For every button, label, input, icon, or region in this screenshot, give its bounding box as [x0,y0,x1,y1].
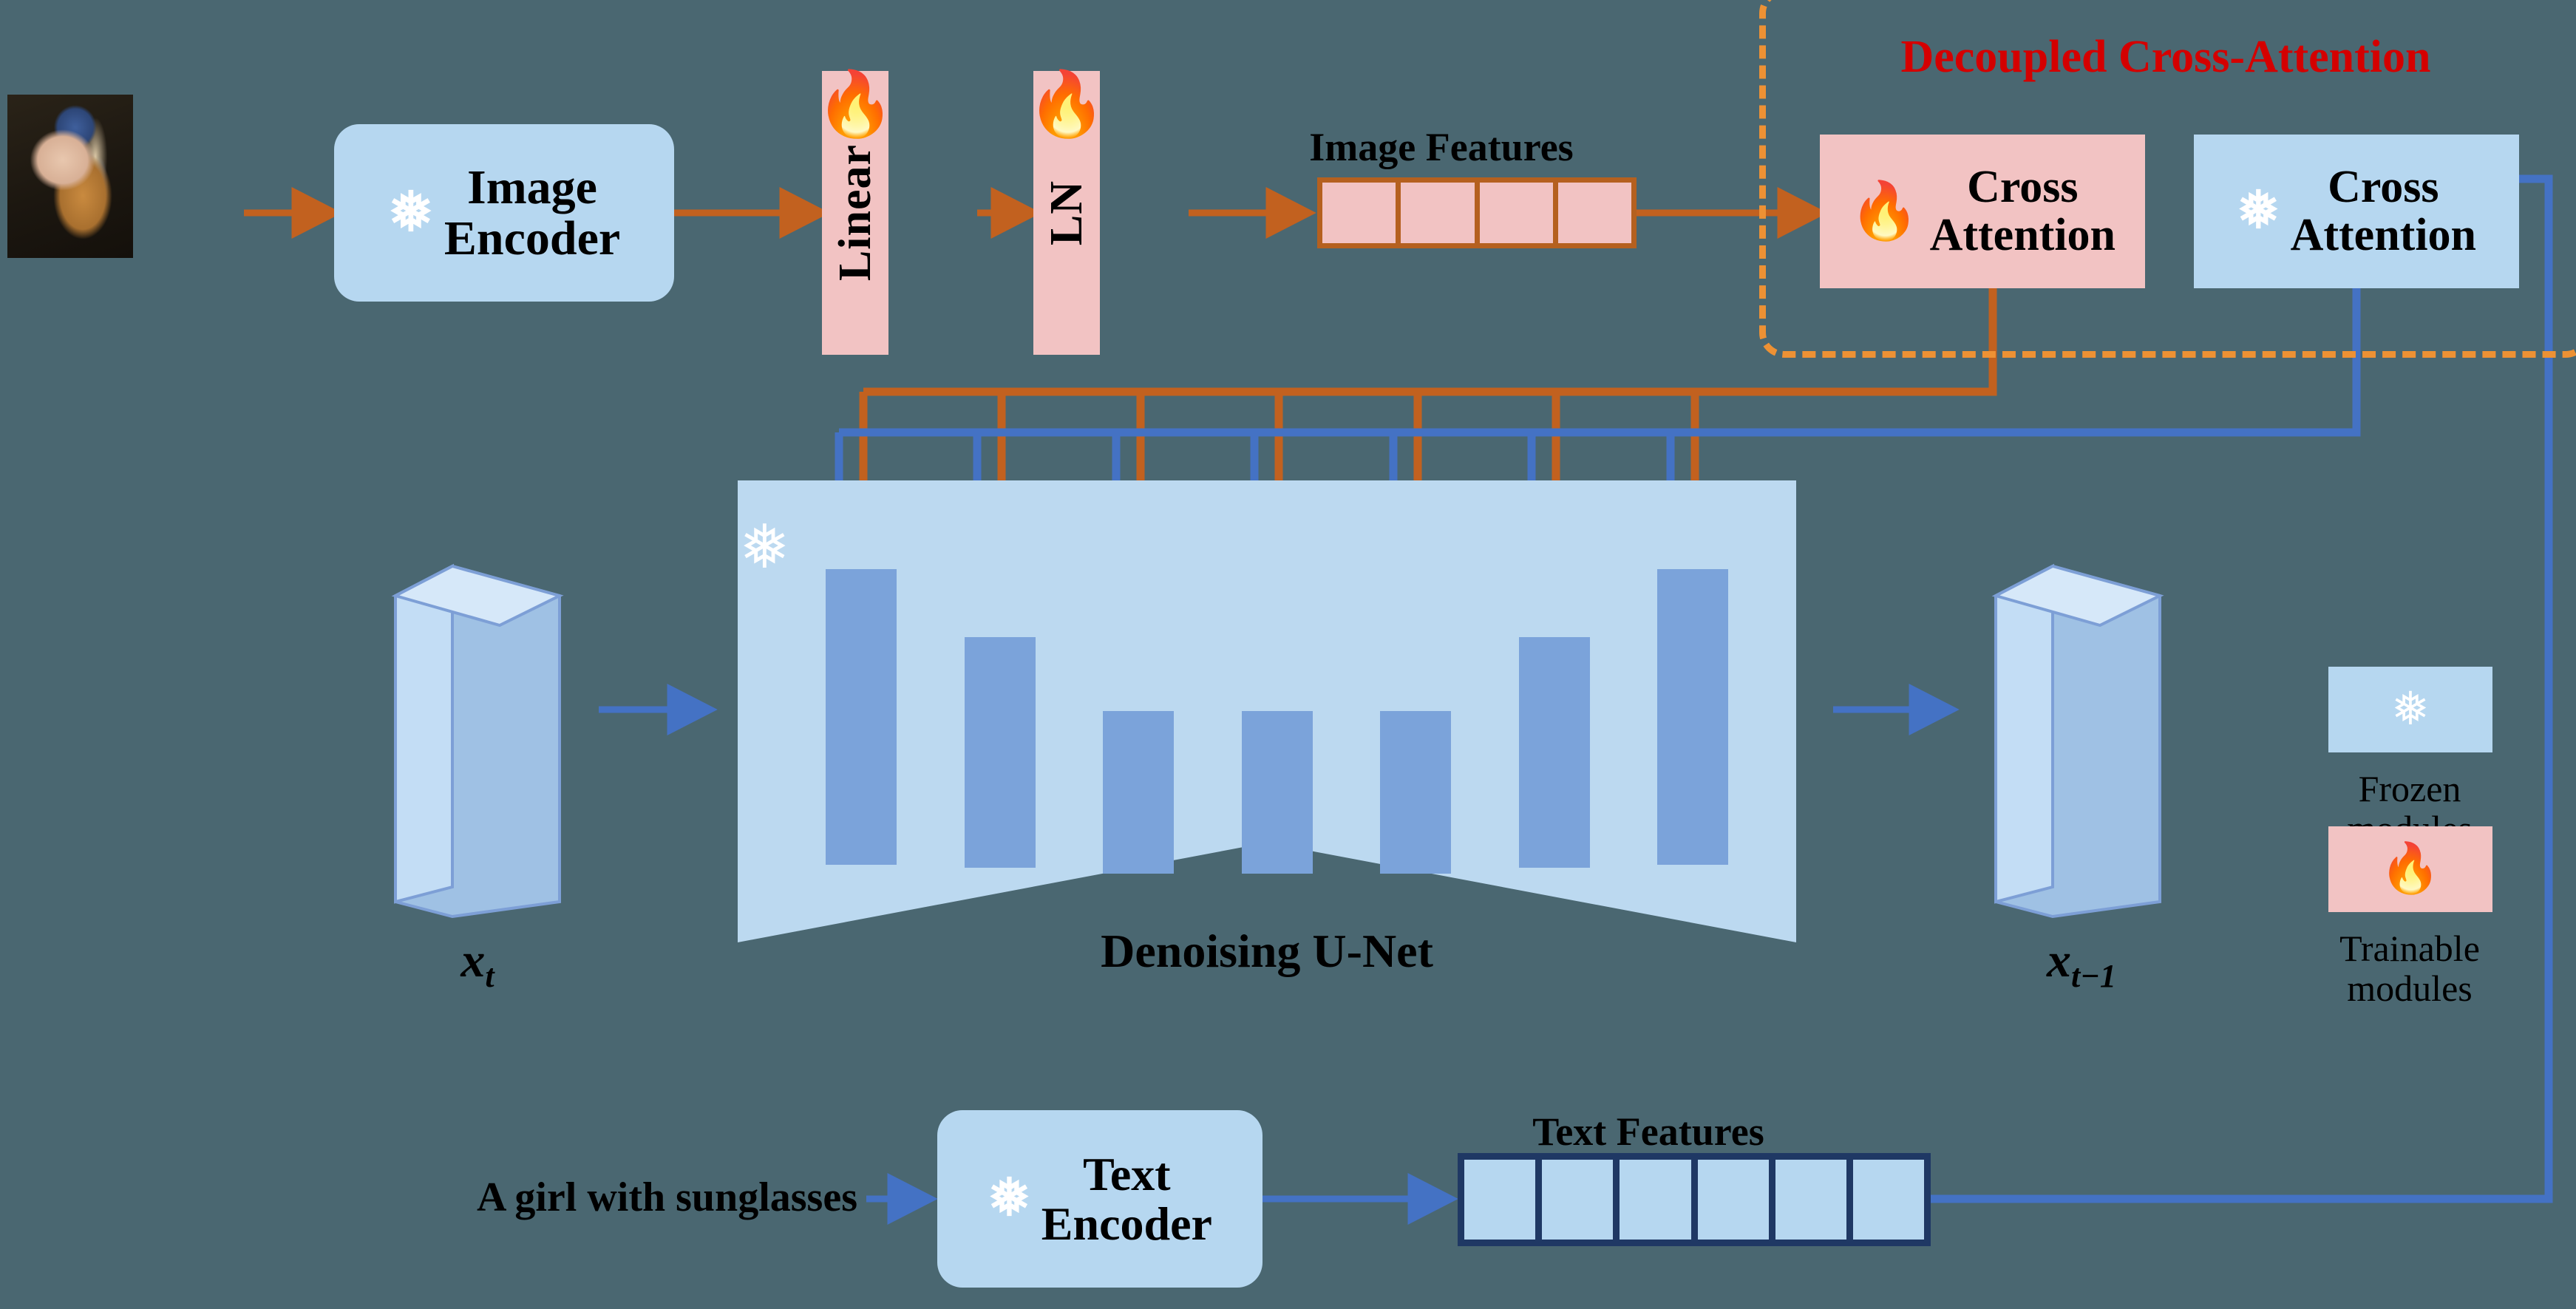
cross-attention-trainable-block[interactable]: 🔥 Cross Attention [1820,135,2145,288]
text-encoder-label-line1: Text [1083,1147,1171,1200]
image-token [1401,183,1480,243]
unet-title: Denoising U-Net [1101,925,1433,977]
image-encoder-label-line1: Image [467,160,597,214]
unet-frozen-icon-wrap: ❅ [739,517,810,588]
fire-icon: 🔥 [815,69,895,140]
text-encoder-block[interactable]: ❅ Text Encoder [937,1110,1262,1288]
snowflake-icon: ❅ [387,183,434,243]
decoupled-cross-attention-title: Decoupled Cross-Attention [1900,32,2431,82]
fire-icon: 🔥 [2379,842,2441,896]
ln-label: LN [1041,180,1092,246]
text-encoder-label-line2: Encoder [1041,1197,1212,1250]
text-token [1775,1160,1853,1240]
snowflake-icon: ❅ [2236,183,2280,239]
image-features-tokens [1317,177,1637,248]
latent-xt-sub: t [485,958,495,995]
latent-xt-base: x [461,934,486,987]
ln-block[interactable]: 🔥 LN [1027,71,1107,355]
image-encoder-block[interactable]: ❅ Image Encoder [334,124,674,302]
fire-icon: 🔥 [1849,180,1920,242]
linear-block[interactable]: 🔥 Linear [815,71,895,355]
input-image-thumbnail [7,95,133,258]
cross-attention-frozen-block[interactable]: ❅ Cross Attention [2194,135,2519,288]
image-encoder-label-line2: Encoder [444,211,621,265]
image-token [1480,183,1558,243]
text-token [1698,1160,1775,1240]
cross-attention-frozen-line2: Attention [2290,210,2477,260]
image-token [1558,183,1631,243]
latent-xtm1-sub: t−1 [2071,958,2116,995]
snowflake-icon: ❅ [739,514,790,581]
text-features-tokens [1458,1153,1931,1246]
text-token [1464,1160,1543,1240]
fire-icon: 🔥 [1027,69,1107,140]
latent-xtm1-label: xt−1 [1978,933,2185,995]
legend-frozen-swatch: ❅ [2328,667,2492,752]
text-features-caption: Text Features [1532,1109,1764,1154]
latent-xtm1-base: x [2047,934,2072,987]
legend-trainable-line1: Trainable [2339,928,2480,969]
legend-trainable-label: Trainable modules [2284,928,2535,1008]
cross-attention-trainable-line2: Attention [1929,210,2116,260]
diagram-canvas: ❅ Image Encoder 🔥 Linear 🔥 LN Image Feat… [0,0,2576,1309]
cross-attention-trainable-line1: Cross [1967,161,2079,212]
unet-attention-blocks [826,569,1728,874]
image-token [1322,183,1401,243]
unet-body [738,480,1796,942]
linear-label: Linear [829,144,880,282]
latent-xt-slab [391,563,564,919]
latent-xt-label: xt [396,933,559,995]
snowflake-icon: ❅ [988,1170,1031,1227]
latent-xtm1-slab [1991,563,2164,919]
text-token [1542,1160,1620,1240]
prompt-text: A girl with sunglasses [477,1174,857,1220]
text-token [1620,1160,1698,1240]
legend-frozen-line1: Frozen [2358,768,2461,809]
cross-attention-frozen-line1: Cross [2328,161,2439,212]
image-features-caption: Image Features [1309,125,1574,169]
snowflake-icon: ❅ [2391,684,2430,735]
legend-trainable-swatch: 🔥 [2328,826,2492,912]
legend-trainable-line2: modules [2347,968,2473,1009]
